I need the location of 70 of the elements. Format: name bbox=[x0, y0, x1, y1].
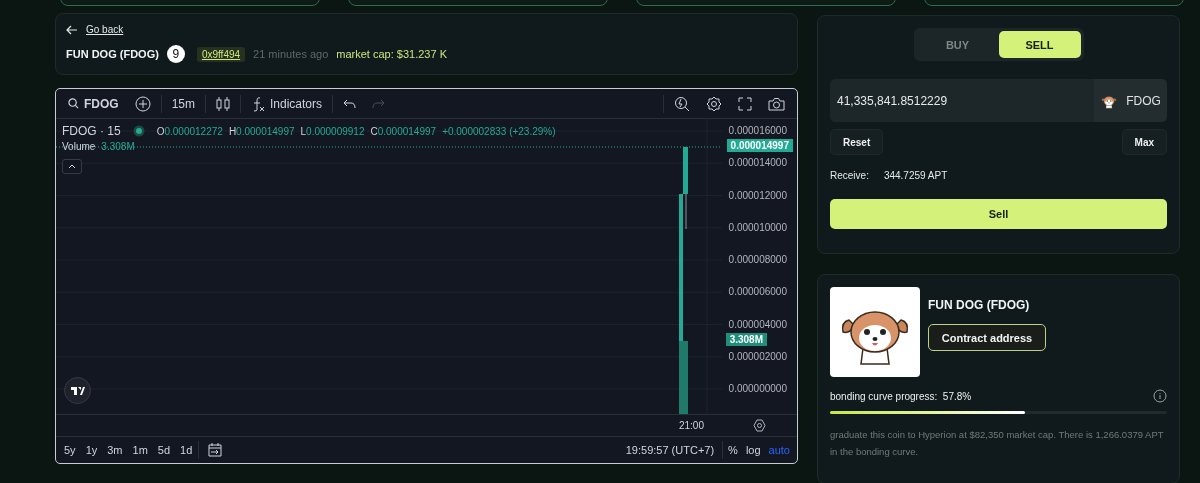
status-dot-icon bbox=[132, 125, 145, 137]
magnifier-icon bbox=[674, 95, 690, 112]
chart-logo-icon[interactable] bbox=[64, 377, 91, 404]
last-price-tag: 0.000014997 bbox=[726, 139, 793, 152]
fullscreen-icon bbox=[738, 96, 752, 111]
token-name: FUN DOG (FDOG) bbox=[928, 298, 1031, 312]
range-button[interactable]: 1y bbox=[81, 442, 102, 458]
interval-button[interactable]: 15m bbox=[165, 94, 201, 113]
scale-button[interactable]: log bbox=[742, 442, 764, 458]
go-back-link[interactable]: Go back bbox=[66, 24, 124, 35]
chevron-up-icon bbox=[68, 164, 76, 169]
ohlc-value: H0.000014997 bbox=[228, 125, 295, 137]
trade-tab[interactable]: SELL bbox=[998, 31, 1081, 58]
volume-label: Volume bbox=[62, 141, 96, 152]
plus-circle-icon bbox=[134, 95, 151, 112]
settings-icon bbox=[706, 95, 722, 112]
function-icon bbox=[251, 95, 265, 112]
settings-icon[interactable] bbox=[753, 419, 766, 432]
indicators-button[interactable]: Indicators bbox=[245, 93, 329, 114]
symbol-search-button[interactable]: FDOG bbox=[62, 94, 125, 113]
price-axis-label: 0.000010000 bbox=[728, 221, 787, 234]
count-badge: 9 bbox=[166, 45, 185, 63]
range-button[interactable]: 5y bbox=[60, 442, 80, 458]
price-axis-label: 0.000000000 bbox=[728, 383, 787, 396]
ohlc-value: L0.000009912 bbox=[300, 125, 365, 137]
info-icon[interactable] bbox=[1153, 389, 1167, 403]
token-symbol: FDOG bbox=[1126, 93, 1161, 108]
price-axis-label: 0.000012000 bbox=[728, 189, 787, 202]
scale-button[interactable]: % bbox=[725, 442, 741, 458]
volume-tag: 3.308M bbox=[725, 333, 767, 346]
camera-icon bbox=[768, 96, 785, 111]
description-text: graduate this coin to Hyperion at $82,350 market cap. There is 1,266.0379 APT in the bonding curve. bbox=[830, 428, 1165, 459]
trade-tab[interactable]: BUY bbox=[916, 31, 999, 58]
symbol-title: FDOG · 15 bbox=[62, 124, 121, 138]
volume-value: 3.308M bbox=[101, 141, 135, 152]
receive-value: 344.7259 APT bbox=[883, 170, 948, 181]
price-axis-label: 0.000004000 bbox=[728, 318, 787, 331]
search-icon bbox=[68, 98, 79, 109]
receive-label: Receive: bbox=[830, 170, 869, 181]
range-button[interactable]: 1m bbox=[128, 442, 152, 458]
age-text: 21 minutes ago bbox=[253, 48, 329, 60]
ohlc-value: C0.000014997 bbox=[370, 125, 437, 137]
amount-input[interactable]: 41,335,841.8512229 bbox=[830, 79, 1094, 122]
progress-label: bonding curve progress: 57.8% bbox=[830, 390, 972, 402]
undo-icon bbox=[343, 98, 357, 109]
clock-text: 19:59:57 (UTC+7) bbox=[624, 444, 716, 456]
candles-icon bbox=[216, 95, 230, 112]
price-axis-label: 0.000016000 bbox=[728, 125, 787, 138]
price-axis-label: 0.000008000 bbox=[728, 254, 787, 267]
price-axis-label: 0.000002000 bbox=[728, 350, 787, 363]
contract-address-button[interactable]: Contract address bbox=[928, 324, 1046, 351]
address-link[interactable]: 0x9ff494 bbox=[196, 46, 246, 62]
token-selector[interactable]: FDOG bbox=[1094, 79, 1167, 122]
token-name: FUN DOG (FDOG) bbox=[66, 48, 159, 60]
range-button[interactable]: 1d bbox=[176, 442, 197, 458]
range-button[interactable]: 5d bbox=[153, 442, 175, 458]
reset-button[interactable]: Reset bbox=[830, 129, 884, 155]
scale-button[interactable]: auto bbox=[765, 442, 793, 458]
time-axis-label: 21:00 bbox=[678, 420, 704, 431]
change-value: +0.000002833 (+23.29%) bbox=[442, 125, 556, 137]
ohlc-value: O0.000012272 bbox=[156, 125, 223, 137]
market-cap-text: market cap: $31.237 K bbox=[336, 48, 447, 60]
calendar-icon bbox=[207, 442, 224, 458]
range-button[interactable]: 3m bbox=[103, 442, 127, 458]
price-axis-label: 0.000014000 bbox=[728, 157, 787, 170]
sell-button[interactable]: Sell bbox=[830, 199, 1167, 229]
arrow-left-icon bbox=[66, 24, 78, 35]
max-button[interactable]: Max bbox=[1121, 129, 1167, 155]
price-axis-label: 0.000006000 bbox=[728, 286, 787, 299]
redo-icon bbox=[372, 98, 386, 109]
